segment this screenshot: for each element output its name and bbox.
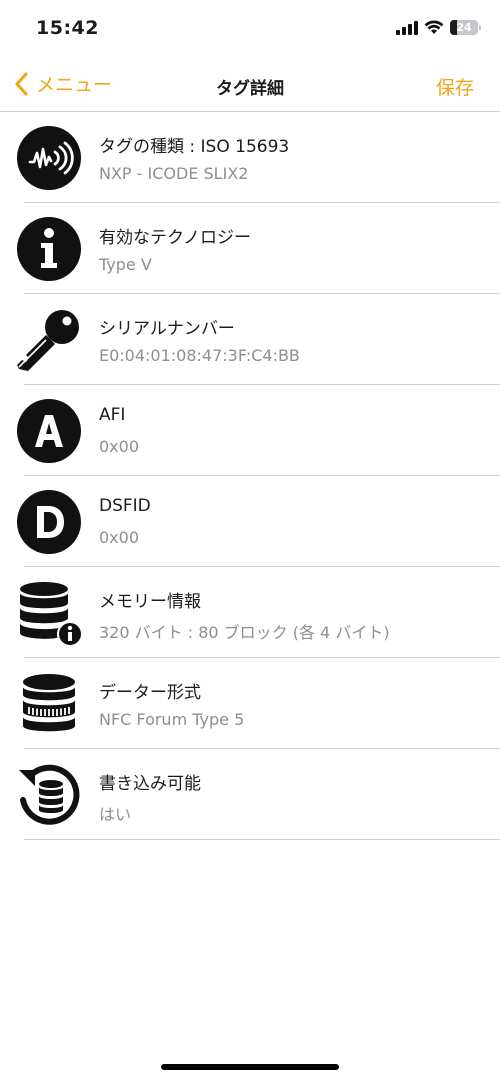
row-title: データー形式 [99,683,201,703]
back-button-label: メニュー [36,74,113,96]
row-title: タグの種類 : ISO 15693 [99,137,290,157]
row-value: 0x00 [99,528,140,547]
save-button[interactable]: 保存 [436,73,474,100]
row-value: はい [99,805,132,824]
letter-a-icon [16,398,82,464]
battery-icon: 24 [450,20,481,35]
database-info-icon [16,580,82,646]
list-item-data-format: データー形式 NFC Forum Type 5 [23,658,500,749]
navigation-bar: メニュー タグ詳細 保存 [0,62,500,108]
status-time: 15:42 [36,17,99,39]
row-title: 書き込み可能 [99,774,201,794]
row-value: E0:04:01:08:47:3F:C4:BB [99,346,300,365]
writable-icon [16,762,82,828]
list-item-dsfid: DSFID 0x00 [17,476,500,567]
row-title: シリアルナンバー [99,319,235,339]
row-value: NFC Forum Type 5 [99,710,245,729]
status-bar: 15:42 24 [0,0,500,60]
key-icon [16,307,82,373]
status-icons: 24 [396,20,481,35]
tag-detail-list: タグの種類 : ISO 15693 NXP - ICODE SLIX2 有効なテ… [0,111,500,840]
letter-d-icon [16,489,82,555]
data-format-icon [16,671,82,737]
list-item-tag-type: タグの種類 : ISO 15693 NXP - ICODE SLIX2 [17,112,500,203]
row-title: メモリー情報 [99,592,201,612]
list-item-memory-info: メモリー情報 320 バイト : 80 ブロック (各 4 バイト) [20,567,500,658]
row-title: 有効なテクノロジー [99,228,251,248]
list-item-serial-number: シリアルナンバー E0:04:01:08:47:3F:C4:BB [17,294,500,385]
row-value: 320 バイト : 80 ブロック (各 4 バイト) [99,623,390,642]
list-item-writable: 書き込み可能 はい [19,749,500,840]
home-indicator[interactable] [161,1064,339,1070]
battery-level: 24 [456,21,472,34]
row-title: DSFID [99,496,151,516]
back-button[interactable]: メニュー [14,70,112,97]
chevron-left-icon [15,72,28,95]
row-value: Type V [99,255,152,274]
list-item-afi: AFI 0x00 [17,385,500,476]
info-icon [16,216,82,282]
cellular-signal-icon [396,20,418,35]
row-value: 0x00 [99,437,140,456]
nfc-signal-icon [16,125,82,191]
row-title: AFI [99,405,126,425]
wifi-icon [424,20,444,34]
row-value: NXP - ICODE SLIX2 [99,164,249,183]
list-item-technology: 有効なテクノロジー Type V [17,203,500,294]
